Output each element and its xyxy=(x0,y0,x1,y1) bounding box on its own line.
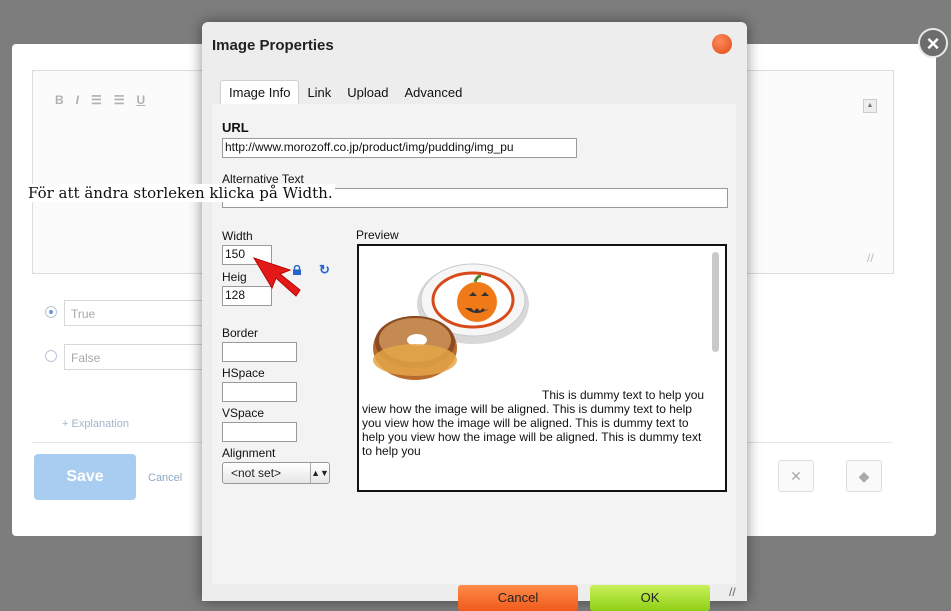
preview-dummy-text: This is dummy text to help you view how … xyxy=(362,388,705,458)
url-input[interactable]: http://www.morozoff.co.jp/product/img/pu… xyxy=(222,138,577,158)
red-arrow-pointer-icon xyxy=(252,257,301,297)
explanation-link[interactable]: + Explanation xyxy=(62,418,129,430)
pudding-image xyxy=(373,263,529,380)
option-true-field[interactable]: True xyxy=(64,300,204,326)
option-false-field[interactable]: False xyxy=(64,344,204,370)
select-arrows-icon: ▲▼ xyxy=(310,463,329,483)
alignment-value: <not set> xyxy=(231,466,282,480)
preview-scrollbar[interactable] xyxy=(712,252,719,352)
cancel-button-label: Cancel xyxy=(497,590,539,605)
hspace-input[interactable] xyxy=(222,382,297,402)
height-label: Heig xyxy=(222,270,247,284)
tab-image-info[interactable]: Image Info xyxy=(220,80,300,104)
underline-icon[interactable]: U xyxy=(137,93,146,107)
cancel-link[interactable]: Cancel xyxy=(148,472,182,484)
tab-link[interactable]: Link xyxy=(299,81,339,104)
radio-true[interactable] xyxy=(45,306,57,318)
reset-size-icon[interactable]: ↻ xyxy=(319,262,330,278)
border-label: Border xyxy=(222,326,259,340)
editor-toolbar: B I ☰ ☰ U xyxy=(55,93,145,107)
ordered-list-icon[interactable]: ☰ xyxy=(91,93,102,107)
tab-advanced[interactable]: Advanced xyxy=(397,81,471,104)
vspace-label: VSpace xyxy=(222,406,265,420)
preview-label: Preview xyxy=(356,228,399,242)
alignment-select[interactable]: <not set> ▲▼ xyxy=(222,462,330,484)
hspace-label: HSpace xyxy=(222,366,265,380)
border-input[interactable] xyxy=(222,342,297,362)
alignment-label: Alignment xyxy=(222,446,276,460)
preview-box: This is dummy text to help you view how … xyxy=(357,244,727,492)
ok-button-label: OK xyxy=(640,590,660,605)
dialog-resize-grip-icon[interactable]: // xyxy=(729,585,736,599)
shuffle-icon[interactable]: ✕ xyxy=(778,460,814,492)
ok-button[interactable]: OK xyxy=(590,585,710,611)
resize-grip-icon[interactable]: // xyxy=(867,251,874,265)
width-label: Width xyxy=(222,229,253,243)
url-label: URL xyxy=(222,120,249,135)
resize-instruction-note: För att ändra storleken klicka på Width. xyxy=(26,184,335,202)
tag-icon[interactable]: ◆ xyxy=(846,460,882,492)
vspace-input[interactable] xyxy=(222,422,297,442)
radio-false[interactable] xyxy=(45,350,57,362)
close-icon[interactable]: × xyxy=(918,28,948,58)
tab-upload[interactable]: Upload xyxy=(339,81,396,104)
save-button[interactable]: Save xyxy=(34,454,136,500)
cancel-button[interactable]: Cancel xyxy=(458,585,578,611)
tab-bar: Image Info Link Upload Advanced xyxy=(220,78,470,104)
bold-icon[interactable]: B xyxy=(55,93,64,107)
unordered-list-icon[interactable]: ☰ xyxy=(114,93,125,107)
image-properties-dialog: Image Properties Image Info Link Upload … xyxy=(202,22,747,611)
italic-icon[interactable]: I xyxy=(76,93,79,107)
dialog-close-icon[interactable] xyxy=(712,34,732,54)
scroll-up-icon[interactable]: ▲ xyxy=(863,99,877,113)
dialog-title: Image Properties xyxy=(212,37,334,54)
